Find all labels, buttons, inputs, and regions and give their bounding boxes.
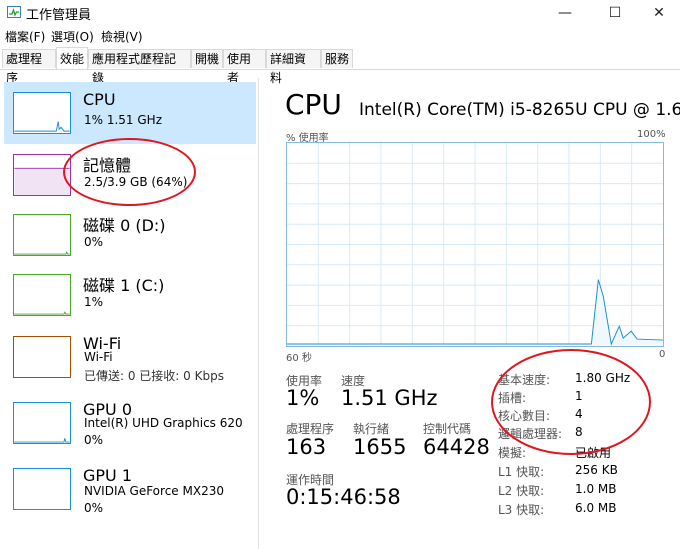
disk-0-thumbnail-graph — [13, 214, 71, 256]
spec-label: L3 快取: — [498, 503, 545, 517]
annotation-circle-specs — [491, 349, 651, 455]
cpu-thumbnail-graph — [13, 92, 71, 134]
processes-value: 163 — [286, 435, 327, 459]
menu-file[interactable]: 檔案(F) — [5, 28, 45, 45]
disk-1-thumbnail-graph — [13, 274, 71, 316]
sidebar-item-throughput: 已傳送: 0 已接收: 0 Kbps — [84, 369, 224, 383]
cpu-usage-graph — [286, 142, 664, 347]
sidebar-item-disk-0[interactable]: 磁碟 0 (D:) 0% — [4, 204, 256, 266]
menu-view[interactable]: 檢視(V) — [101, 28, 143, 45]
sidebar-item-wifi[interactable]: Wi-Fi Wi-Fi 已傳送: 0 已接收: 0 Kbps — [4, 326, 256, 390]
tab-users[interactable]: 使用者 — [223, 49, 266, 85]
sidebar-item-value: 0% — [84, 433, 104, 447]
threads-value: 1655 — [353, 435, 407, 459]
menu-bar: 檔案(F) 選項(O) 檢視(V) — [0, 26, 680, 46]
sidebar-item-model: Intel(R) UHD Graphics 620 — [84, 416, 243, 430]
tab-bar: 處理程序 效能 應用程式歷程記錄 開機 使用者 詳細資料 服務 — [0, 47, 680, 85]
sidebar-item-adapter: Wi-Fi — [84, 350, 113, 364]
sidebar-item-cpu[interactable]: CPU 1% 1.51 GHz — [4, 82, 256, 144]
sidebar-item-label: 磁碟 1 (C:) — [83, 276, 165, 295]
uptime-value: 0:15:46:58 — [286, 485, 401, 509]
graph-x-start: 60 秒 — [286, 353, 312, 364]
sidebar-item-model: NVIDIA GeForce MX230 — [84, 484, 224, 498]
sidebar-item-gpu-1[interactable]: GPU 1 NVIDIA GeForce MX230 0% — [4, 458, 256, 522]
minimize-button[interactable]: — — [542, 0, 588, 26]
resource-sidebar: CPU 1% 1.51 GHz 記憶體 2.5/3.9 GB (64%) 磁碟 … — [0, 78, 259, 549]
handles-value: 64428 — [423, 435, 490, 459]
task-manager-icon — [7, 6, 21, 18]
sidebar-item-value: 0% — [84, 501, 104, 515]
sidebar-item-label: GPU 1 — [83, 466, 133, 485]
spec-value: 256 KB — [575, 463, 618, 477]
sidebar-item-value: 0% — [84, 235, 104, 249]
title-bar: 工作管理員 — ☐ ✕ — [0, 0, 680, 26]
spec-label: L1 快取: — [498, 465, 545, 479]
speed-value: 1.51 GHz — [341, 386, 438, 410]
sidebar-item-label: CPU — [83, 90, 116, 109]
wifi-thumbnail-graph — [13, 336, 71, 378]
tab-performance[interactable]: 效能 — [56, 47, 88, 69]
sidebar-item-disk-1[interactable]: 磁碟 1 (C:) 1% — [4, 264, 256, 326]
cpu-model-name: Intel(R) Core(TM) i5-8265U CPU @ 1.60... — [359, 100, 680, 120]
spec-label: L2 快取: — [498, 484, 545, 498]
window-title: 工作管理員 — [26, 8, 92, 23]
sidebar-item-value: 1% — [84, 295, 104, 309]
tab-services[interactable]: 服務 — [321, 49, 353, 68]
gpu-0-thumbnail-graph — [13, 402, 71, 444]
sidebar-item-value: 1% 1.51 GHz — [84, 113, 163, 127]
gpu-1-thumbnail-graph — [13, 468, 71, 510]
cpu-detail-panel: CPU Intel(R) Core(TM) i5-8265U CPU @ 1.6… — [259, 78, 680, 549]
tab-startup[interactable]: 開機 — [191, 49, 223, 68]
spec-value: 1.0 MB — [575, 482, 617, 496]
tab-details[interactable]: 詳細資料 — [266, 49, 321, 85]
usage-value: 1% — [286, 386, 320, 410]
menu-options[interactable]: 選項(O) — [51, 28, 94, 45]
spec-label: 模擬: — [498, 446, 527, 460]
sidebar-item-gpu-0[interactable]: GPU 0 Intel(R) UHD Graphics 620 0% — [4, 392, 256, 456]
page-title: CPU — [285, 88, 342, 121]
tab-processes[interactable]: 處理程序 — [2, 49, 56, 85]
maximize-button[interactable]: ☐ — [592, 0, 638, 26]
spec-value: 6.0 MB — [575, 501, 617, 515]
graph-x-end: 0 — [659, 349, 666, 360]
graph-y-max: 100% — [637, 129, 666, 140]
close-button[interactable]: ✕ — [636, 0, 680, 26]
annotation-circle-memory — [63, 138, 196, 206]
tab-app-history[interactable]: 應用程式歷程記錄 — [88, 49, 191, 85]
sidebar-item-label: 磁碟 0 (D:) — [83, 216, 166, 235]
